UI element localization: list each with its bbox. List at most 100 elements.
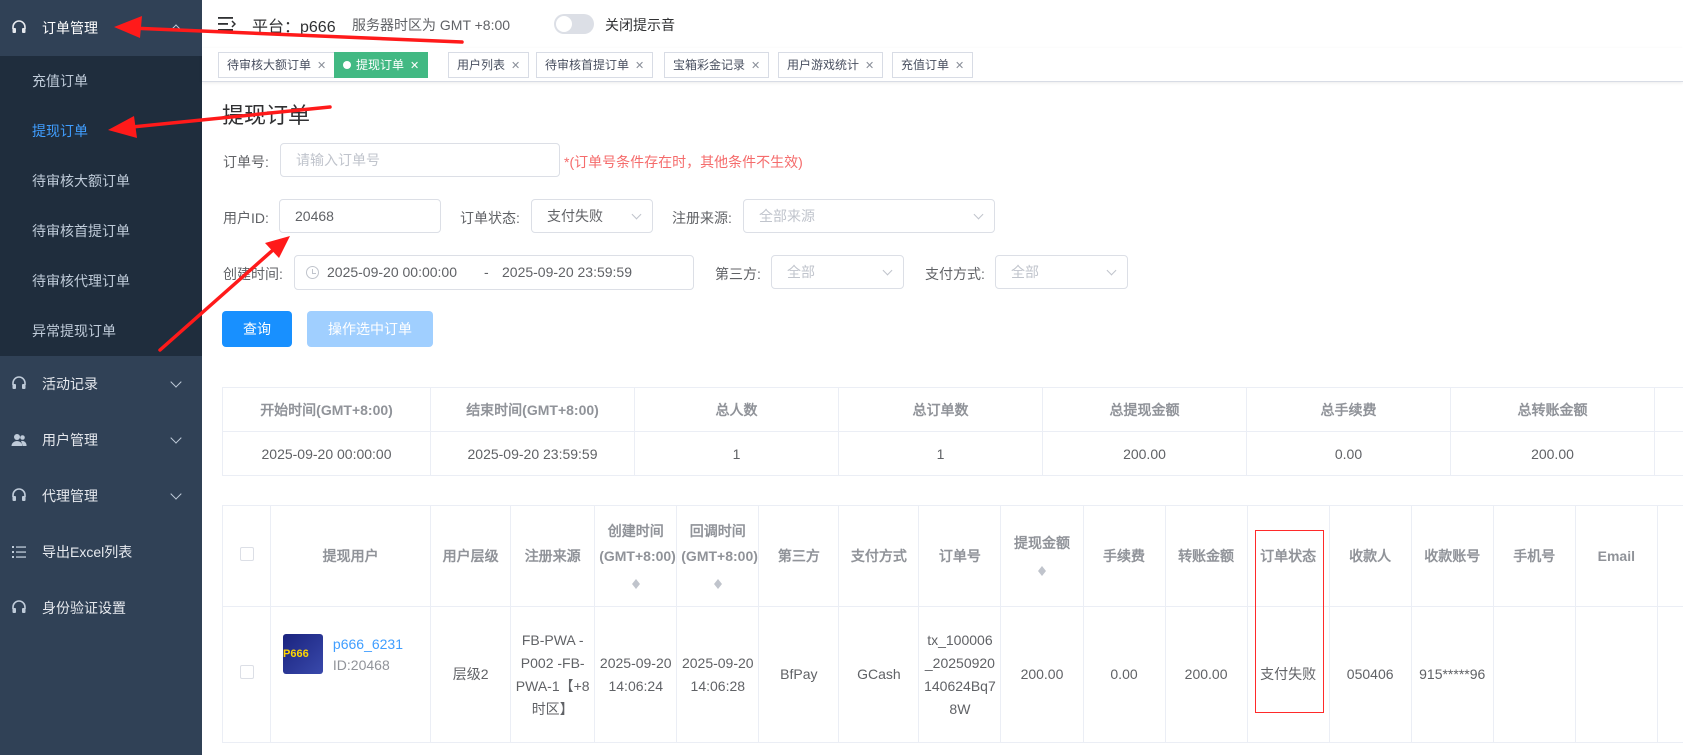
active-dot-icon: [343, 61, 351, 69]
summary-header: 总人数: [634, 387, 839, 432]
main-content: 平台：p666 服务器时区为 GMT +8:00 关闭提示音 待审核大额订单 ✕ …: [202, 0, 1683, 755]
sidebar-item-recharge-orders[interactable]: 充值订单: [0, 56, 202, 106]
column-header: 支付方式: [838, 505, 920, 607]
third-party-select[interactable]: 全部: [771, 255, 904, 289]
fee-cell: 0.00: [1082, 606, 1166, 743]
tag-first-review[interactable]: 待审核首提订单 ✕: [536, 52, 654, 78]
tags-view: 待审核大额订单 ✕ 提现订单 ✕ 用户列表 ✕ 待审核首提订单 ✕ 宝箱彩金记录 ✕ 用户…: [202, 48, 1683, 82]
user-info: p666_6231 ID:20468: [333, 634, 403, 676]
chevron-down-icon: [170, 376, 182, 388]
register-source-placeholder: 全部来源: [759, 208, 815, 224]
mute-sound-toggle[interactable]: [554, 14, 594, 34]
avatar: P666: [283, 633, 324, 674]
overflow-cell: [1656, 606, 1683, 743]
column-header: 订单状态: [1246, 505, 1330, 607]
row-checkbox[interactable]: [239, 665, 254, 679]
sidebar-group-export-excel[interactable]: 导出Excel列表: [0, 524, 202, 580]
list-icon: [10, 543, 28, 561]
sidebar-group-agents[interactable]: 代理管理: [0, 468, 202, 524]
chevron-down-icon: [631, 209, 642, 220]
close-icon[interactable]: ✕: [955, 60, 964, 72]
username-link[interactable]: p666_6231: [333, 636, 403, 652]
status-cell: 支付失败: [1246, 606, 1330, 743]
pay-method-select[interactable]: 全部: [995, 255, 1128, 289]
summary-header: 总手续费: [1246, 387, 1451, 432]
chevron-down-icon: [170, 488, 182, 500]
column-header: 收款账号: [1410, 505, 1494, 607]
clock-icon: [306, 266, 319, 279]
select-all-checkbox[interactable]: [239, 546, 254, 561]
order-status-value: 支付失败: [547, 208, 603, 224]
summary-value: 2025-09-20 23:59:59: [430, 431, 635, 476]
select-all-cell: [221, 505, 272, 607]
column-header-created[interactable]: 创建时间(GMT+8:00): [594, 505, 678, 607]
sidebar-group-orders[interactable]: 订单管理: [0, 0, 202, 56]
sidebar-group-auth-settings[interactable]: 身份验证设置: [0, 580, 202, 636]
date-start: 2025-09-20 00:00:00: [327, 264, 457, 280]
user-id-text: ID:20468: [332, 656, 390, 673]
tag-label: 待审核大额订单: [227, 58, 312, 72]
pay-method-cell: GCash: [838, 606, 920, 743]
summary-value-row: 2025-09-20 00:00:00 2025-09-20 23:59:59 …: [222, 431, 1683, 476]
created-time-label: 创建时间:: [223, 266, 283, 282]
batch-operate-button[interactable]: 操作选中订单: [307, 311, 433, 347]
table-header-row: 提现用户 用户层级 注册来源 创建时间(GMT+8:00) 回调时间(GMT+8…: [221, 505, 1683, 607]
summary-value: 1: [838, 431, 1043, 476]
user-id-label: 用户ID:: [223, 210, 269, 226]
tag-chest-bonus[interactable]: 宝箱彩金记录 ✕: [664, 52, 770, 78]
sidebar-group-users[interactable]: 用户管理: [0, 412, 202, 468]
sort-icon[interactable]: [1037, 561, 1047, 577]
close-icon[interactable]: ✕: [410, 60, 419, 72]
sidebar-item-large-review-orders[interactable]: 待审核大额订单: [0, 156, 202, 206]
column-header: 用户层级: [430, 505, 512, 607]
order-no-hint: *(订单号条件存在时，其他条件不生效): [564, 154, 803, 170]
tag-withdraw-orders[interactable]: 提现订单 ✕: [334, 52, 429, 78]
tag-user-game-stats[interactable]: 用户游戏统计 ✕: [778, 52, 884, 78]
column-header: 提现用户: [270, 505, 432, 607]
order-no-cell: tx_100006_20250920140624Bq78W: [918, 606, 1002, 743]
query-button[interactable]: 查询: [222, 311, 292, 347]
sidebar-item-abnormal-orders[interactable]: 异常提现订单: [0, 306, 202, 356]
column-header: 第三方: [758, 505, 840, 607]
email-cell: [1574, 606, 1658, 743]
close-icon[interactable]: ✕: [635, 60, 644, 72]
hamburger-icon[interactable]: [218, 16, 237, 35]
order-status-label: 订单状态:: [460, 210, 520, 226]
close-icon[interactable]: ✕: [865, 60, 874, 72]
sidebar-item-agent-review-orders[interactable]: 待审核代理订单: [0, 256, 202, 306]
sidebar-group-activity[interactable]: 活动记录: [0, 356, 202, 412]
user-id-input[interactable]: [279, 199, 441, 233]
created-time-range-picker[interactable]: 2025-09-20 00:00:00 - 2025-09-20 23:59:5…: [294, 255, 694, 290]
order-status-select[interactable]: 支付失败: [531, 199, 653, 233]
chevron-down-icon: [170, 432, 182, 444]
sort-icon[interactable]: [713, 574, 723, 590]
withdraw-orders-table: 提现用户 用户层级 注册来源 创建时间(GMT+8:00) 回调时间(GMT+8…: [221, 505, 1683, 743]
sidebar-submenu-orders: 充值订单 提现订单 待审核大额订单 待审核首提订单 待审核代理订单 异常提现订单: [0, 56, 202, 356]
register-source-select[interactable]: 全部来源: [743, 199, 995, 233]
close-icon[interactable]: ✕: [511, 60, 520, 72]
register-source-label: 注册来源:: [672, 210, 732, 226]
summary-table: 开始时间(GMT+8:00) 结束时间(GMT+8:00) 总人数 总订单数 总…: [222, 387, 1683, 476]
tag-recharge-orders[interactable]: 充值订单 ✕: [892, 52, 974, 78]
order-no-input[interactable]: [280, 143, 560, 177]
transfer-cell: 200.00: [1164, 606, 1248, 743]
chevron-down-icon: [882, 265, 893, 276]
column-header-amount[interactable]: 提现金额: [1000, 505, 1084, 607]
tag-large-review[interactable]: 待审核大额订单 ✕: [218, 52, 336, 78]
column-header-callback[interactable]: 回调时间(GMT+8:00): [676, 505, 760, 607]
sidebar-item-withdraw-orders[interactable]: 提现订单: [0, 106, 202, 156]
close-icon[interactable]: ✕: [751, 60, 760, 72]
summary-header: 开始时间(GMT+8:00): [222, 387, 431, 432]
sidebar-group-label: 用户管理: [42, 432, 98, 448]
column-header: 转账金额: [1164, 505, 1248, 607]
summary-header: 结束时间(GMT+8:00): [430, 387, 635, 432]
summary-header: 总提现金额: [1042, 387, 1247, 432]
tag-label: 用户游戏统计: [787, 58, 860, 72]
mute-sound-label: 关闭提示音: [605, 17, 675, 33]
tag-user-list[interactable]: 用户列表 ✕: [448, 52, 530, 78]
sidebar-item-first-review-orders[interactable]: 待审核首提订单: [0, 206, 202, 256]
column-header: 收款人: [1328, 505, 1412, 607]
summary-value: 1: [634, 431, 839, 476]
close-icon[interactable]: ✕: [317, 60, 326, 72]
sort-icon[interactable]: [631, 574, 641, 590]
